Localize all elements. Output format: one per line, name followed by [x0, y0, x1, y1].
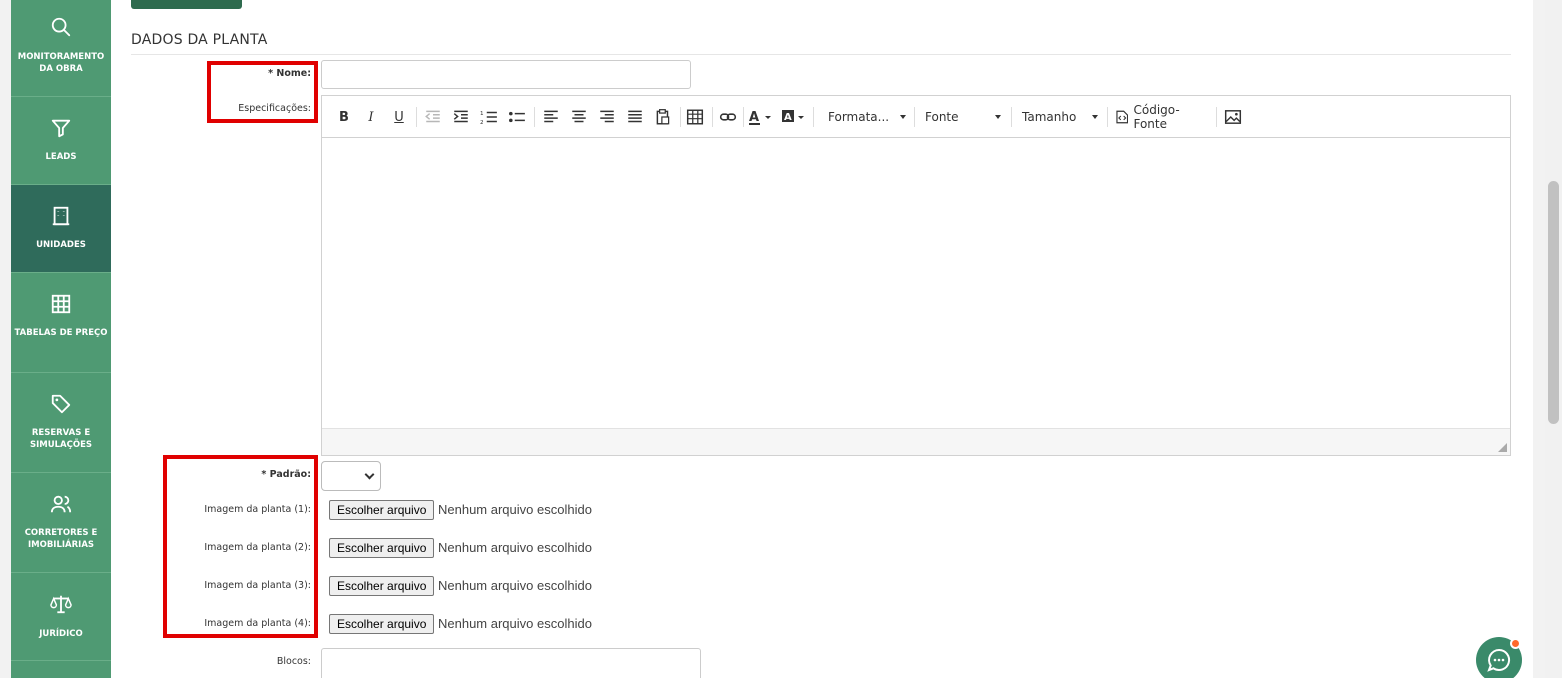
- padrao-select[interactable]: [321, 461, 381, 491]
- notification-dot: [1510, 638, 1521, 649]
- sidebar-item-reservas[interactable]: RESERVAS E SIMULAÇÕES: [11, 373, 111, 473]
- outdent-icon[interactable]: [424, 108, 442, 126]
- font-dropdown-label: Fonte: [925, 110, 959, 124]
- table-icon[interactable]: [686, 108, 704, 126]
- italic-button[interactable]: I: [362, 108, 380, 126]
- chevron-down-icon: [995, 115, 1001, 119]
- scales-icon: [50, 595, 72, 614]
- ordered-list-icon[interactable]: 12: [480, 108, 498, 126]
- grid-icon: [51, 294, 71, 314]
- chevron-down-icon: [1092, 115, 1098, 119]
- svg-text:2: 2: [480, 120, 484, 126]
- format-dropdown[interactable]: Formata...: [828, 108, 906, 126]
- link-icon[interactable]: [719, 108, 737, 126]
- source-code-label: Código-Fonte: [1133, 103, 1180, 131]
- sidebar-item-label: TABELAS DE PREÇO: [14, 328, 108, 338]
- section-divider: [131, 54, 1511, 55]
- sidebar-item-label: JURÍDICO: [39, 629, 83, 639]
- align-center-icon[interactable]: [570, 108, 588, 126]
- toolbar-divider: [680, 107, 681, 127]
- imagem-planta-2-file-button[interactable]: Escolher arquivo: [329, 538, 435, 558]
- toolbar-divider: [534, 107, 535, 127]
- editor-toolbar: B I U 12 A A Formata... Fonte Tamanho Có…: [322, 96, 1510, 138]
- imagem-planta-1-file-button[interactable]: Escolher arquivo: [329, 500, 435, 520]
- bold-button[interactable]: B: [335, 108, 353, 126]
- align-justify-icon[interactable]: [626, 108, 644, 126]
- sidebar: MONITORAMENTO DA OBRA LEADS UNIDADES TAB…: [11, 0, 111, 678]
- sidebar-item-label: LEADS: [45, 152, 77, 162]
- sidebar-item-label: CORRETORES E IMOBILIÁRIAS: [24, 528, 98, 550]
- toolbar-divider: [743, 107, 744, 127]
- background-color-button[interactable]: A: [781, 108, 807, 126]
- indent-icon[interactable]: [452, 108, 470, 126]
- sidebar-item-unidades[interactable]: UNIDADES: [11, 185, 111, 273]
- sidebar-item-label: MONITORAMENTO DA OBRA: [17, 52, 105, 74]
- sidebar-item-label: UNIDADES: [36, 240, 86, 250]
- svg-text:A: A: [749, 110, 759, 125]
- nome-input[interactable]: [321, 60, 691, 89]
- search-icon: [51, 17, 71, 37]
- tag-icon: [51, 394, 71, 414]
- chevron-down-icon: [900, 115, 906, 119]
- sidebar-item-label: RESERVAS E SIMULAÇÕES: [29, 428, 93, 450]
- rich-text-editor: B I U 12 A A Formata... Fonte Tamanho Có…: [321, 95, 1511, 456]
- resize-handle[interactable]: [1498, 443, 1507, 452]
- toolbar-divider: [1216, 107, 1217, 127]
- editor-content-area[interactable]: [322, 138, 1510, 430]
- sidebar-item-monitoramento[interactable]: MONITORAMENTO DA OBRA: [11, 0, 111, 97]
- toolbar-divider: [1107, 107, 1108, 127]
- highlight-box-nome: [207, 61, 318, 123]
- imagem-planta-3-status: Nenhum arquivo escolhido: [438, 578, 592, 593]
- toolbar-divider: [813, 107, 814, 127]
- toolbar-divider: [712, 107, 713, 127]
- underline-button[interactable]: U: [390, 108, 408, 126]
- funnel-icon: [51, 119, 71, 138]
- source-code-icon: [1116, 110, 1129, 124]
- main-panel: DADOS DA PLANTA * Nome: Especificações: …: [111, 0, 1533, 678]
- sidebar-item-leads[interactable]: LEADS: [11, 97, 111, 185]
- align-left-icon[interactable]: [542, 108, 560, 126]
- toolbar-divider: [416, 107, 417, 127]
- background-color-icon: A: [782, 110, 804, 123]
- imagem-planta-4-status: Nenhum arquivo escolhido: [438, 616, 592, 631]
- imagem-planta-3-file-button[interactable]: Escolher arquivo: [329, 576, 435, 596]
- svg-text:A: A: [784, 112, 792, 123]
- imagem-planta-4-file-button[interactable]: Escolher arquivo: [329, 614, 435, 634]
- sidebar-item-juridico[interactable]: JURÍDICO: [11, 573, 111, 661]
- paste-icon[interactable]: [654, 108, 672, 126]
- users-icon: [50, 495, 72, 513]
- size-dropdown-label: Tamanho: [1022, 110, 1077, 124]
- top-action-button[interactable]: [131, 0, 242, 9]
- scrollbar-thumb[interactable]: [1548, 181, 1559, 424]
- sidebar-item-corretores[interactable]: CORRETORES E IMOBILIÁRIAS: [11, 473, 111, 573]
- toolbar-divider: [914, 107, 915, 127]
- chevron-down-icon: [364, 469, 375, 480]
- blocos-label: Blocos:: [276, 656, 311, 667]
- image-icon[interactable]: [1224, 108, 1242, 126]
- text-color-button[interactable]: A: [748, 108, 774, 126]
- editor-status-bar: [322, 428, 1510, 455]
- align-right-icon[interactable]: [598, 108, 616, 126]
- text-color-icon: A: [749, 110, 771, 125]
- section-title: DADOS DA PLANTA: [131, 32, 268, 48]
- format-dropdown-label: Formata...: [828, 110, 890, 124]
- sidebar-item-tabelas[interactable]: TABELAS DE PREÇO: [11, 273, 111, 373]
- toolbar-divider: [1011, 107, 1012, 127]
- blocos-input[interactable]: [321, 648, 701, 678]
- bullet-list-icon[interactable]: [508, 108, 526, 126]
- building-icon: [52, 206, 70, 226]
- svg-text:1: 1: [480, 111, 484, 117]
- imagem-planta-1-status: Nenhum arquivo escolhido: [438, 502, 592, 517]
- highlight-box-images: [163, 455, 318, 638]
- page: MONITORAMENTO DA OBRA LEADS UNIDADES TAB…: [0, 0, 1562, 678]
- font-dropdown[interactable]: Fonte: [925, 108, 1001, 126]
- imagem-planta-2-status: Nenhum arquivo escolhido: [438, 540, 592, 555]
- source-code-button[interactable]: Código-Fonte: [1116, 103, 1210, 131]
- size-dropdown[interactable]: Tamanho: [1022, 108, 1098, 126]
